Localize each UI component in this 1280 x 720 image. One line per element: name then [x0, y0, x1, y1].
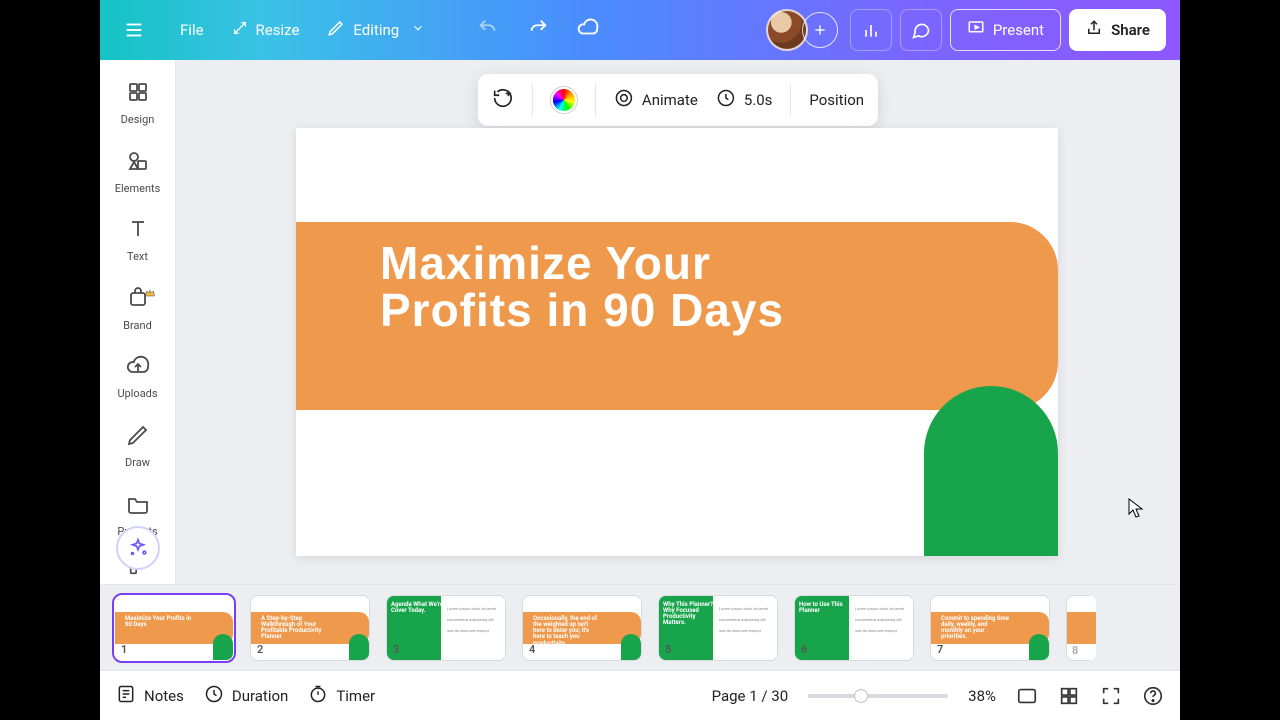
undo-button[interactable]: [463, 10, 513, 50]
projects-icon: [126, 492, 150, 519]
slide-thumb[interactable]: Occasionally, the end of the weighted up…: [522, 595, 642, 661]
rail-label: Draw: [125, 456, 150, 469]
draw-icon: [126, 423, 150, 450]
body: Design Elements Text Brand Uploads D: [100, 60, 1180, 584]
page-toolbar: Animate 5.0s Position: [478, 74, 878, 126]
slide-thumb[interactable]: Maximize Your Profits in 90 Days1: [114, 595, 234, 661]
zoom-value[interactable]: 38%: [968, 687, 996, 705]
share-button[interactable]: Share: [1069, 9, 1166, 51]
notes-button[interactable]: Notes: [116, 684, 184, 708]
duration-button-bottom[interactable]: Duration: [204, 684, 288, 708]
resize-button[interactable]: Resize: [218, 10, 314, 50]
page-indicator[interactable]: Page 1 / 30: [712, 687, 789, 705]
redo-button[interactable]: [513, 10, 563, 50]
rail-label: Uploads: [117, 387, 157, 400]
color-button[interactable]: [551, 87, 577, 113]
share-label: Share: [1111, 21, 1150, 39]
canvas-area[interactable]: Animate 5.0s Position Maximize Your Prof…: [176, 60, 1180, 584]
slide-thumb[interactable]: Why This Planner? Why Focused Productivi…: [658, 595, 778, 661]
timer-icon: [308, 684, 328, 708]
fullscreen-button[interactable]: [1100, 685, 1122, 707]
zoom-slider[interactable]: [808, 694, 948, 698]
rail-label: Elements: [115, 182, 161, 195]
fit-view-button[interactable]: [1016, 685, 1038, 707]
rail-label: Brand: [123, 319, 152, 332]
slide-canvas[interactable]: Maximize Your Profits in 90 Days: [296, 128, 1058, 556]
present-icon: [967, 19, 985, 41]
duration-button[interactable]: 5.0s: [716, 88, 773, 112]
chevron-down-icon: [411, 21, 425, 39]
resize-icon: [232, 20, 248, 40]
notes-icon: [116, 684, 136, 708]
position-label: Position: [809, 91, 864, 109]
rail-draw[interactable]: Draw: [103, 415, 173, 478]
slide-title[interactable]: Maximize Your Profits in 90 Days: [380, 240, 798, 334]
zoom-knob[interactable]: [854, 689, 868, 703]
rail-label: Design: [121, 113, 155, 126]
slide-thumb[interactable]: Commit to spending time daily, weekly, a…: [930, 595, 1050, 661]
top-bar: File Resize Editing: [100, 0, 1180, 60]
uploads-icon: [126, 354, 150, 381]
elements-icon: [126, 149, 150, 176]
analytics-button[interactable]: [850, 9, 892, 51]
thumbnail-strip[interactable]: Maximize Your Profits in 90 Days1A Step-…: [100, 584, 1180, 670]
timer-label: Timer: [336, 687, 375, 705]
rail-elements[interactable]: Elements: [103, 141, 173, 204]
app-window: File Resize Editing: [100, 0, 1180, 720]
slide-thumb[interactable]: How to Use This PlannerLorem ipsum dolor…: [794, 595, 914, 661]
editing-mode-button[interactable]: Editing: [313, 10, 439, 50]
cloud-sync-button[interactable]: [563, 10, 613, 50]
resize-label: Resize: [256, 21, 300, 39]
present-label: Present: [993, 21, 1044, 39]
crown-icon: [144, 287, 156, 302]
regenerate-button[interactable]: [492, 87, 514, 113]
rail-design[interactable]: Design: [103, 72, 173, 135]
share-icon: [1085, 19, 1103, 41]
clock-icon: [716, 88, 736, 112]
add-collaborator-button[interactable]: [802, 12, 838, 48]
magic-button[interactable]: [116, 526, 160, 570]
position-button[interactable]: Position: [809, 91, 864, 109]
undo-icon: [477, 17, 499, 43]
side-rail: Design Elements Text Brand Uploads D: [100, 60, 176, 584]
rail-text[interactable]: Text: [103, 209, 173, 272]
timer-button[interactable]: Timer: [308, 684, 375, 708]
duration-label: 5.0s: [744, 91, 773, 109]
menu-button[interactable]: [114, 10, 154, 50]
animate-button[interactable]: Animate: [614, 88, 698, 112]
rail-uploads[interactable]: Uploads: [103, 346, 173, 409]
cloud-icon: [577, 17, 599, 43]
present-button[interactable]: Present: [950, 9, 1061, 51]
grid-view-button[interactable]: [1058, 685, 1080, 707]
clock-icon: [204, 684, 224, 708]
slide-thumb[interactable]: Agenda What We're Cover Today.Lorem ipsu…: [386, 595, 506, 661]
duration-bottom-label: Duration: [232, 687, 288, 705]
slide-thumb-partial[interactable]: 8: [1066, 595, 1096, 661]
notes-label: Notes: [144, 687, 184, 705]
design-icon: [126, 80, 150, 107]
color-wheel-icon: [551, 87, 577, 113]
green-arch-shape[interactable]: [924, 386, 1058, 556]
help-button[interactable]: [1142, 685, 1164, 707]
file-label: File: [180, 21, 204, 39]
file-menu[interactable]: File: [166, 10, 218, 50]
bottom-bar: Notes Duration Timer Page 1 / 30 38%: [100, 670, 1180, 720]
comment-button[interactable]: [900, 9, 942, 51]
editing-label: Editing: [353, 21, 399, 39]
rail-label: Text: [127, 250, 148, 263]
text-icon: [126, 217, 150, 244]
refresh-plus-icon: [492, 87, 514, 113]
animate-icon: [614, 88, 634, 112]
redo-icon: [527, 17, 549, 43]
pencil-icon: [327, 19, 345, 41]
rail-brand[interactable]: Brand: [103, 278, 173, 341]
mouse-cursor: [1128, 498, 1144, 522]
animate-label: Animate: [642, 91, 698, 109]
slide-thumb[interactable]: A Step-by-Step Walkthrough of Your Profi…: [250, 595, 370, 661]
